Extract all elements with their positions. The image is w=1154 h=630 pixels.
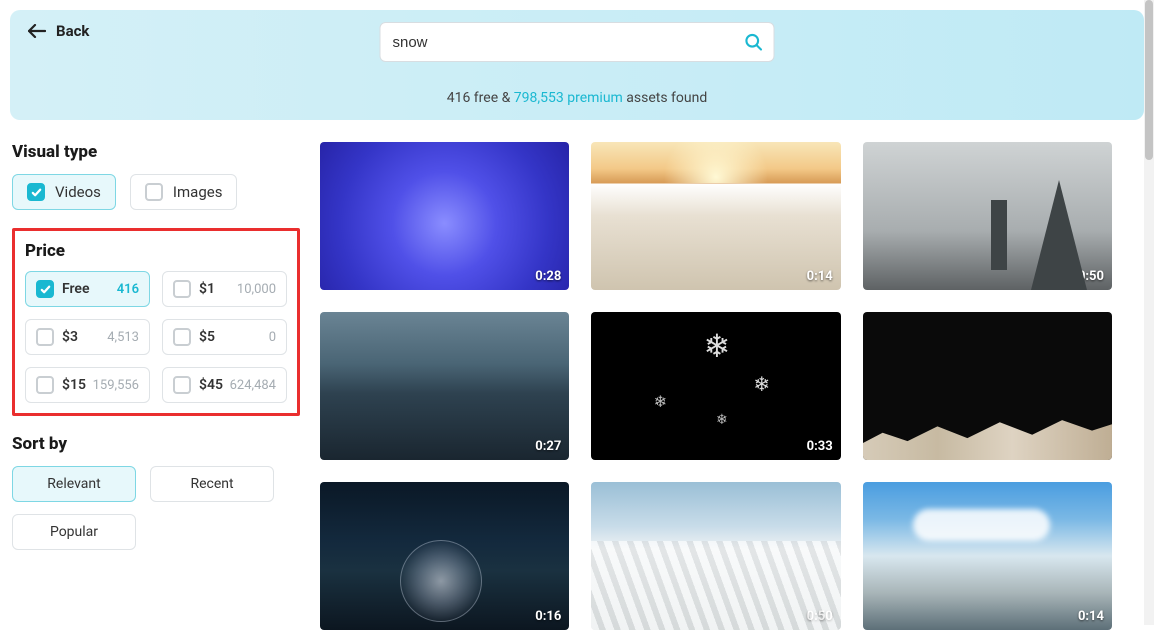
search-input[interactable] [393,34,730,51]
checkbox-icon [173,280,191,298]
duration-badge: 0:50 [807,609,833,624]
results-gallery: 0:28 0:14 0:50 0:27 ❄❄0:33 1:03 0:16 0:5… [320,142,1144,630]
price-1[interactable]: $1 10,000 [162,271,287,307]
price-filter-highlight: Price Free 416 $1 10,000 $3 4,513 [12,228,300,416]
checkbox-icon [145,183,163,201]
visual-type-title: Visual type [12,142,300,162]
checkbox-icon [173,328,191,346]
search-icon[interactable] [744,32,764,52]
results-stats: 416 free & 798,553 premium assets found [28,90,1126,106]
video-thumb[interactable]: 0:50 [863,142,1112,290]
price-label: $45 [199,377,223,393]
price-label: $3 [62,329,78,345]
price-label: $5 [199,329,215,345]
price-count: 10,000 [237,282,276,297]
video-thumb[interactable]: 0:14 [591,142,840,290]
duration-badge: 0:14 [1078,609,1104,624]
price-label: Free [62,281,90,297]
price-3[interactable]: $3 4,513 [25,319,150,355]
price-5[interactable]: $5 0 [162,319,287,355]
visual-type-videos[interactable]: Videos [12,174,116,210]
price-free[interactable]: Free 416 [25,271,150,307]
chip-label: Videos [55,183,101,201]
video-thumb[interactable]: ❄❄0:33 [591,312,840,460]
video-thumb[interactable]: 1:03 [863,312,1112,460]
back-button[interactable]: Back [28,22,89,40]
search-input-wrapper[interactable] [380,22,775,62]
duration-badge: 0:16 [535,609,561,624]
checkbox-icon [36,328,54,346]
sort-relevant[interactable]: Relevant [12,466,136,502]
duration-badge: 0:50 [1078,269,1104,284]
chip-label: Images [173,183,223,201]
sort-title: Sort by [12,434,300,454]
sort-popular[interactable]: Popular [12,514,136,550]
price-count: 159,556 [93,378,139,393]
price-count: 4,513 [107,330,139,345]
scrollbar-thumb[interactable] [1145,0,1153,160]
duration-badge: 0:33 [807,439,833,454]
price-label: $1 [199,281,215,297]
duration-badge: 0:28 [535,269,561,284]
scrollbar[interactable] [1144,0,1154,625]
price-count: 0 [269,330,276,345]
price-45[interactable]: $45 624,484 [162,367,287,403]
checkbox-icon [36,376,54,394]
sort-recent[interactable]: Recent [150,466,274,502]
checkbox-icon [173,376,191,394]
back-label: Back [56,22,89,40]
filters-sidebar: Visual type Videos Images Price Free 416 [10,142,300,630]
duration-badge: 0:27 [535,439,561,454]
price-15[interactable]: $15 159,556 [25,367,150,403]
video-thumb[interactable]: 0:14 [863,482,1112,630]
price-title: Price [25,241,287,261]
video-thumb[interactable]: 0:27 [320,312,569,460]
arrow-left-icon [28,24,46,38]
price-count: 416 [117,282,139,297]
duration-badge: 0:14 [807,269,833,284]
video-thumb[interactable]: 0:16 [320,482,569,630]
checkbox-icon [27,183,45,201]
checkbox-icon [36,280,54,298]
visual-type-images[interactable]: Images [130,174,238,210]
video-thumb[interactable]: 0:28 [320,142,569,290]
price-count: 624,484 [230,378,276,393]
premium-link[interactable]: 798,553 premium [514,90,623,106]
search-header: Back 416 free & 798,553 premium assets f… [10,10,1144,120]
video-thumb[interactable]: 0:50 [591,482,840,630]
duration-badge: 1:03 [1078,439,1104,454]
price-label: $15 [62,377,86,393]
